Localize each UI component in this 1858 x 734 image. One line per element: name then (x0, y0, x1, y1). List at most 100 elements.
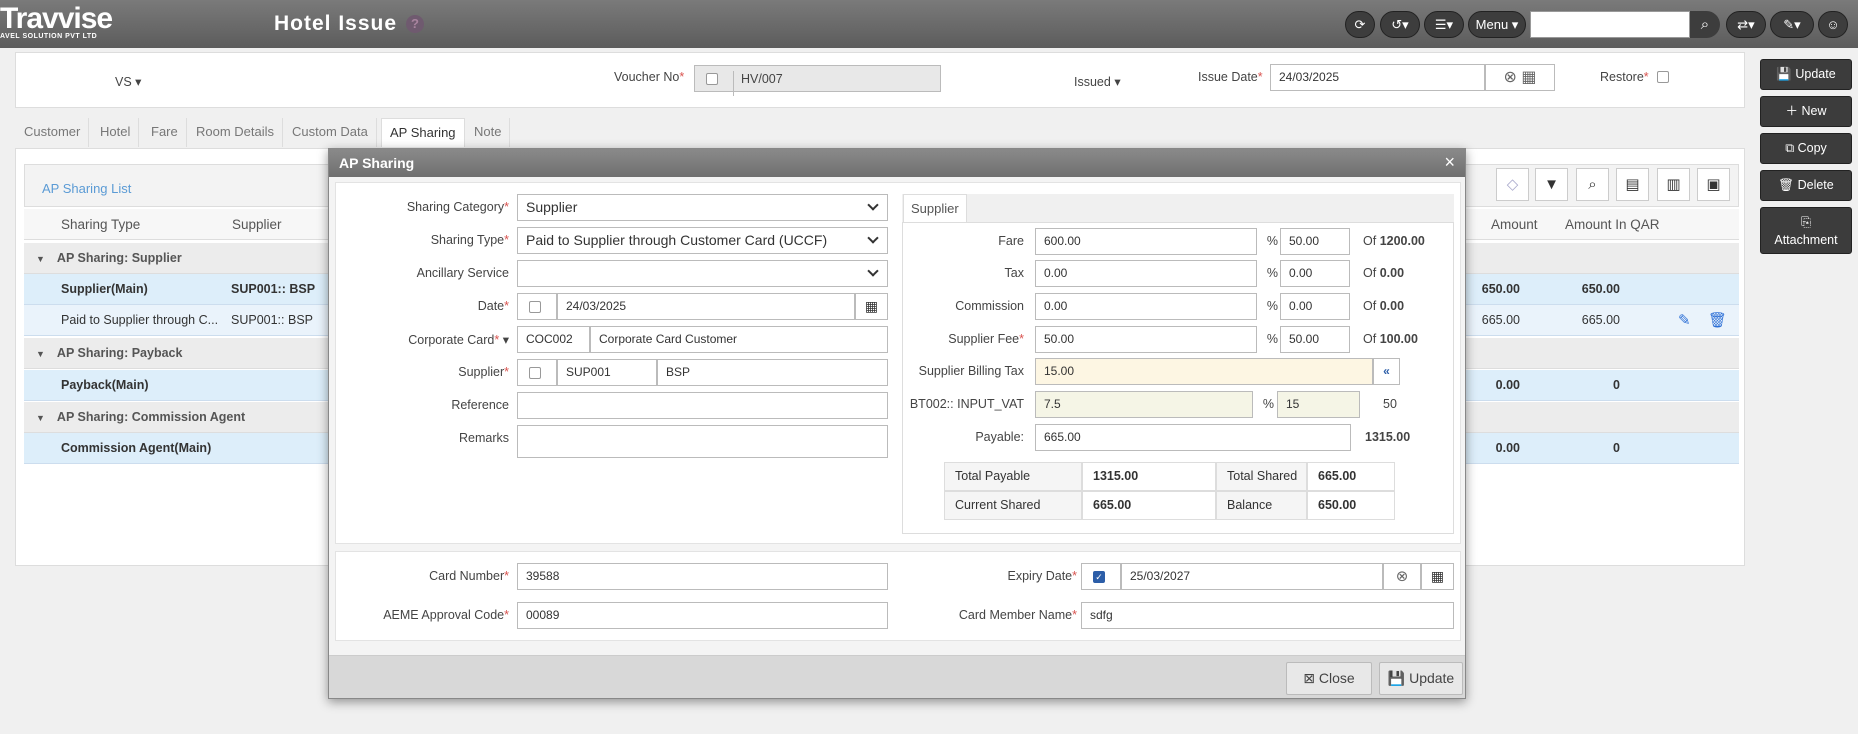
corp-card-label[interactable]: Corporate Card* ▾ (349, 332, 509, 347)
column-supplier[interactable]: Supplier (232, 209, 282, 240)
voucher-checkbox[interactable] (706, 73, 718, 85)
supfee-input[interactable]: 50.00 (1035, 326, 1257, 353)
tab-note[interactable]: Note (466, 118, 511, 147)
sharing-type-select[interactable]: Paid to Supplier through Customer Card (… (517, 227, 888, 254)
sharing-category-select[interactable]: Supplier (517, 194, 888, 221)
update-side-button[interactable]: 💾 Update (1760, 59, 1852, 90)
current-shared-value: 665.00 (1082, 491, 1216, 520)
chevron-down-icon (867, 265, 879, 277)
trash-icon[interactable]: 🗑 (1708, 305, 1727, 336)
date-checkbox[interactable] (529, 301, 541, 313)
tab-fare[interactable]: Fare (143, 118, 187, 147)
row-qar: 0 (1613, 378, 1620, 392)
history-icon[interactable]: ↺▾ (1380, 11, 1420, 38)
close-label: Close (1318, 670, 1355, 686)
of-label: Of (1363, 332, 1377, 346)
column-sharing-type[interactable]: Sharing Type (61, 209, 140, 240)
list-menu-icon[interactable]: ☰▾ (1424, 11, 1464, 38)
new-button[interactable]: ＋ New (1760, 96, 1852, 127)
status-dropdown[interactable]: Issued ▾ (1074, 74, 1121, 89)
corp-card-name[interactable]: Corporate Card Customer (590, 326, 888, 353)
card-number-input[interactable]: 39588 (517, 563, 888, 590)
date-label-text: Date (477, 299, 505, 313)
corp-card-code[interactable]: COC002 (517, 326, 590, 353)
brush-icon[interactable]: ✎▾ (1770, 11, 1814, 38)
attachment-button[interactable]: ⎘ Attachment (1760, 207, 1852, 254)
copy-button[interactable]: ⧉ Copy (1760, 133, 1852, 164)
column-amount[interactable]: Amount (1491, 209, 1538, 240)
ancillary-select[interactable] (517, 260, 888, 287)
delete-button[interactable]: 🗑 Delete (1760, 170, 1852, 201)
expiry-input[interactable]: 25/03/2027 (1121, 563, 1383, 590)
approval-input[interactable]: 00089 (517, 602, 888, 629)
app-logo-subtitle: AVEL SOLUTION PVT LTD (0, 33, 98, 40)
refresh-icon[interactable]: ⟳ (1345, 11, 1375, 38)
issue-date-label-text: Issue Date (1198, 70, 1258, 84)
vs-dropdown[interactable]: VS ▾ (115, 74, 141, 89)
help-icon[interactable]: ? (406, 15, 424, 33)
supplier-name[interactable]: BSP (657, 359, 888, 386)
commission-pct-input[interactable]: 0.00 (1280, 293, 1350, 320)
restore-checkbox[interactable] (1657, 71, 1669, 83)
tab-hotel[interactable]: Hotel (92, 118, 140, 147)
billing-tax-label: Supplier Billing Tax (918, 364, 1024, 378)
columns-icon[interactable]: ▣ (1697, 168, 1730, 201)
tax-pct-input[interactable]: 0.00 (1280, 260, 1350, 287)
supplier-code[interactable]: SUP001 (557, 359, 657, 386)
search-input[interactable] (1530, 11, 1690, 38)
expiry-checkbox[interactable]: ✓ (1093, 571, 1105, 583)
fare-input[interactable]: 600.00 (1035, 228, 1257, 255)
vat-input[interactable]: 7.5 (1035, 391, 1253, 418)
zoom-icon[interactable]: ⌕ (1576, 168, 1609, 201)
total-shared-value: 665.00 (1307, 462, 1395, 491)
update-button[interactable]: 💾 Update (1379, 662, 1463, 695)
voucher-field[interactable] (694, 65, 941, 92)
pdf-icon[interactable]: ▤ (1616, 168, 1649, 201)
reference-label: Reference (451, 398, 509, 412)
payable-input[interactable]: 665.00 (1035, 424, 1351, 451)
clear-date-icon[interactable]: ⊗ ▦ (1485, 64, 1555, 91)
supplier-checkbox[interactable] (529, 367, 541, 379)
remarks-textarea[interactable] (517, 425, 888, 458)
tax-input[interactable]: 0.00 (1035, 260, 1257, 287)
supfee-label-text: Supplier Fee (948, 332, 1020, 346)
clear-expiry-icon[interactable]: ⊗ (1383, 563, 1421, 590)
tab-customer[interactable]: Customer (16, 118, 90, 147)
tab-custom-data[interactable]: Custom Data (284, 118, 377, 147)
tab-supplier[interactable]: Supplier (903, 194, 967, 222)
fare-pct-input[interactable]: 50.00 (1280, 228, 1350, 255)
date-input[interactable]: 24/03/2025 (557, 293, 855, 320)
reference-input[interactable] (517, 392, 888, 419)
supfee-pct-input[interactable]: 50.00 (1280, 326, 1350, 353)
filter-icon[interactable]: ▼ (1535, 168, 1568, 201)
tab-ap-sharing[interactable]: AP Sharing (381, 118, 465, 147)
calendar-icon[interactable]: ▦ (1421, 563, 1454, 590)
menu-button[interactable]: Menu ▾ (1468, 11, 1526, 38)
app-logo[interactable]: Travvise (0, 4, 113, 34)
calendar-icon[interactable]: ▦ (855, 293, 888, 320)
translate-icon[interactable]: ⇄▾ (1726, 11, 1766, 38)
member-input[interactable]: sdfg (1081, 602, 1454, 629)
of-label: Of (1363, 299, 1377, 313)
edit-icon[interactable]: ✎ (1678, 305, 1691, 336)
corp-card-label-text: Corporate Card (408, 333, 495, 347)
delete-label: Delete (1797, 178, 1834, 192)
collapse-icon[interactable]: « (1373, 358, 1400, 385)
billing-tax-input[interactable]: 15.00 (1035, 358, 1373, 385)
tab-room-details[interactable]: Room Details (188, 118, 284, 147)
ap-sharing-modal: AP Sharing × Sharing Category* Supplier … (328, 148, 1466, 699)
export-icon[interactable]: ▥ (1657, 168, 1690, 201)
close-button[interactable]: ⊠ Close (1286, 662, 1372, 695)
commission-input[interactable]: 0.00 (1035, 293, 1257, 320)
sharing-category-label-text: Sharing Category (406, 200, 505, 214)
close-icon[interactable]: × (1444, 152, 1455, 172)
user-icon[interactable]: ☺ (1818, 11, 1848, 38)
column-amount-qar[interactable]: Amount In QAR (1565, 209, 1660, 240)
payable-total: 1315.00 (1365, 430, 1411, 444)
supplier-label: Supplier* (458, 365, 509, 379)
list-title: AP Sharing List (42, 181, 132, 196)
search-icon[interactable]: ⌕ (1690, 11, 1720, 38)
vat-pct-input[interactable]: 15 (1277, 391, 1360, 418)
eraser-icon[interactable]: ◇ (1496, 168, 1529, 201)
issue-date-input[interactable]: 24/03/2025 (1270, 64, 1485, 91)
